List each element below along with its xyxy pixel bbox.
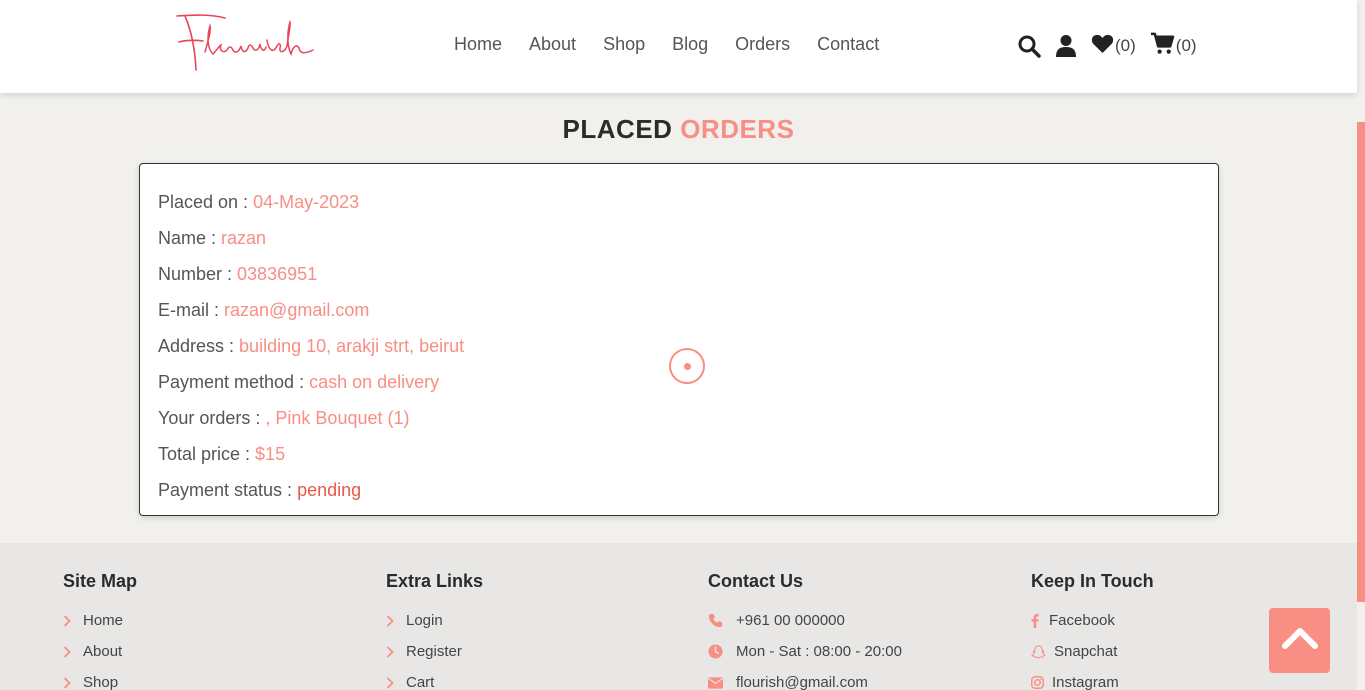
footer-link-login[interactable]: Login [386, 605, 686, 636]
orders-value: , Pink Bouquet (1) [265, 408, 410, 428]
order-card: Placed on : 04-May-2023 Name : razan Num… [139, 163, 1219, 516]
contact-email-text: flourish@gmail.com [736, 674, 868, 690]
nav-home[interactable]: Home [454, 33, 502, 55]
order-placed-on: Placed on : 04-May-2023 [158, 184, 1200, 220]
email-label: E-mail : [158, 300, 225, 320]
order-number: Number : 03836951 [158, 256, 1200, 292]
status-value: pending [297, 480, 362, 500]
page-scrollbar[interactable] [1357, 0, 1365, 690]
nav-contact[interactable]: Contact [817, 33, 879, 55]
flourish-logo[interactable] [163, 10, 328, 74]
page-title-part2: ORDERS [680, 114, 795, 144]
site-header: Home About Shop Blog Orders Contact (0) … [0, 0, 1357, 93]
facebook-icon [1031, 613, 1049, 628]
orders-label: Your orders : [158, 408, 266, 428]
order-payment-status: Payment status : pending [158, 472, 1200, 508]
cart-button[interactable]: (0) [1150, 32, 1197, 60]
user-icon[interactable] [1055, 34, 1077, 58]
heart-icon [1091, 33, 1114, 59]
instagram-icon [1031, 676, 1052, 689]
nav-about[interactable]: About [529, 33, 576, 55]
clock-icon [708, 644, 736, 659]
footer-link-shop[interactable]: Shop [63, 667, 363, 690]
scrollbar-thumb[interactable] [1357, 122, 1365, 602]
footer-link-label: Instagram [1052, 674, 1119, 690]
payment-method-label: Payment method : [158, 372, 310, 392]
address-label: Address : [158, 336, 240, 356]
footer-link-label: About [83, 643, 123, 660]
footer-link-label: Home [83, 612, 124, 629]
chevron-right-icon [63, 676, 83, 689]
chevron-right-icon [63, 645, 83, 658]
footer-extra-links: Extra Links Login Register Cart [386, 571, 686, 690]
chevron-right-icon [386, 645, 406, 658]
page-title: PLACED ORDERS [0, 114, 1357, 145]
contact-title: Contact Us [708, 571, 804, 591]
number-label: Number : [158, 264, 238, 284]
total-value: $15 [255, 444, 286, 464]
order-items: Your orders : , Pink Bouquet (1) [158, 400, 1200, 436]
payment-method-value: cash on delivery [309, 372, 440, 392]
chevron-right-icon [386, 676, 406, 689]
footer-link-home[interactable]: Home [63, 605, 363, 636]
footer-link-label: Cart [406, 674, 435, 690]
chevron-right-icon [386, 614, 406, 627]
footer-site-map: Site Map Home About Shop [63, 571, 363, 690]
extra-links-title: Extra Links [386, 571, 484, 591]
page-title-part1: PLACED [562, 114, 673, 144]
order-total: Total price : $15 [158, 436, 1200, 472]
footer-link-label: Shop [83, 674, 119, 690]
phone-icon [708, 613, 736, 628]
social-title: Keep In Touch [1031, 571, 1154, 591]
site-map-title: Site Map [63, 571, 138, 591]
placed-on-label: Placed on : [158, 192, 254, 212]
loading-cursor-icon [669, 348, 705, 384]
footer-contact: Contact Us +961 00 000000 Mon - Sat : 08… [708, 571, 1008, 690]
number-value: 03836951 [237, 264, 318, 284]
placed-on-value: 04-May-2023 [253, 192, 360, 212]
main-nav: Home About Shop Blog Orders Contact [454, 33, 906, 55]
wishlist-count: (0) [1115, 36, 1136, 55]
footer-link-about[interactable]: About [63, 636, 363, 667]
nav-orders[interactable]: Orders [735, 33, 790, 55]
status-label: Payment status : [158, 480, 298, 500]
footer-link-cart[interactable]: Cart [386, 667, 686, 690]
chevron-up-icon [1281, 627, 1318, 654]
search-icon[interactable] [1017, 34, 1041, 58]
order-name: Name : razan [158, 220, 1200, 256]
footer-link-label: Snapchat [1054, 643, 1118, 660]
footer-link-register[interactable]: Register [386, 636, 686, 667]
contact-phone-text: +961 00 000000 [736, 612, 845, 629]
total-label: Total price : [158, 444, 256, 464]
address-value: building 10, arakji strt, beirut [239, 336, 465, 356]
order-email: E-mail : razan@gmail.com [158, 292, 1200, 328]
footer-hours: Mon - Sat : 08:00 - 20:00 [708, 636, 1008, 667]
footer-phone: +961 00 000000 [708, 605, 1008, 636]
footer-link-label: Register [406, 643, 462, 660]
nav-shop[interactable]: Shop [603, 33, 645, 55]
cart-count: (0) [1175, 36, 1197, 55]
chevron-right-icon [63, 614, 83, 627]
cart-icon [1150, 32, 1175, 60]
snapchat-icon [1031, 644, 1054, 659]
footer-link-label: Facebook [1049, 612, 1115, 629]
contact-hours-text: Mon - Sat : 08:00 - 20:00 [736, 643, 902, 660]
footer-link-label: Login [406, 612, 443, 629]
footer-email: flourish@gmail.com [708, 667, 1008, 690]
nav-blog[interactable]: Blog [672, 33, 708, 55]
email-value: razan@gmail.com [224, 300, 370, 320]
wishlist-button[interactable]: (0) [1091, 33, 1136, 59]
site-footer: Site Map Home About Shop Extra Links Log… [0, 543, 1357, 690]
scroll-to-top-button[interactable] [1269, 608, 1330, 673]
name-value: razan [221, 228, 267, 248]
name-label: Name : [158, 228, 222, 248]
envelope-icon [708, 676, 736, 689]
header-actions: (0) (0) [1017, 32, 1211, 60]
